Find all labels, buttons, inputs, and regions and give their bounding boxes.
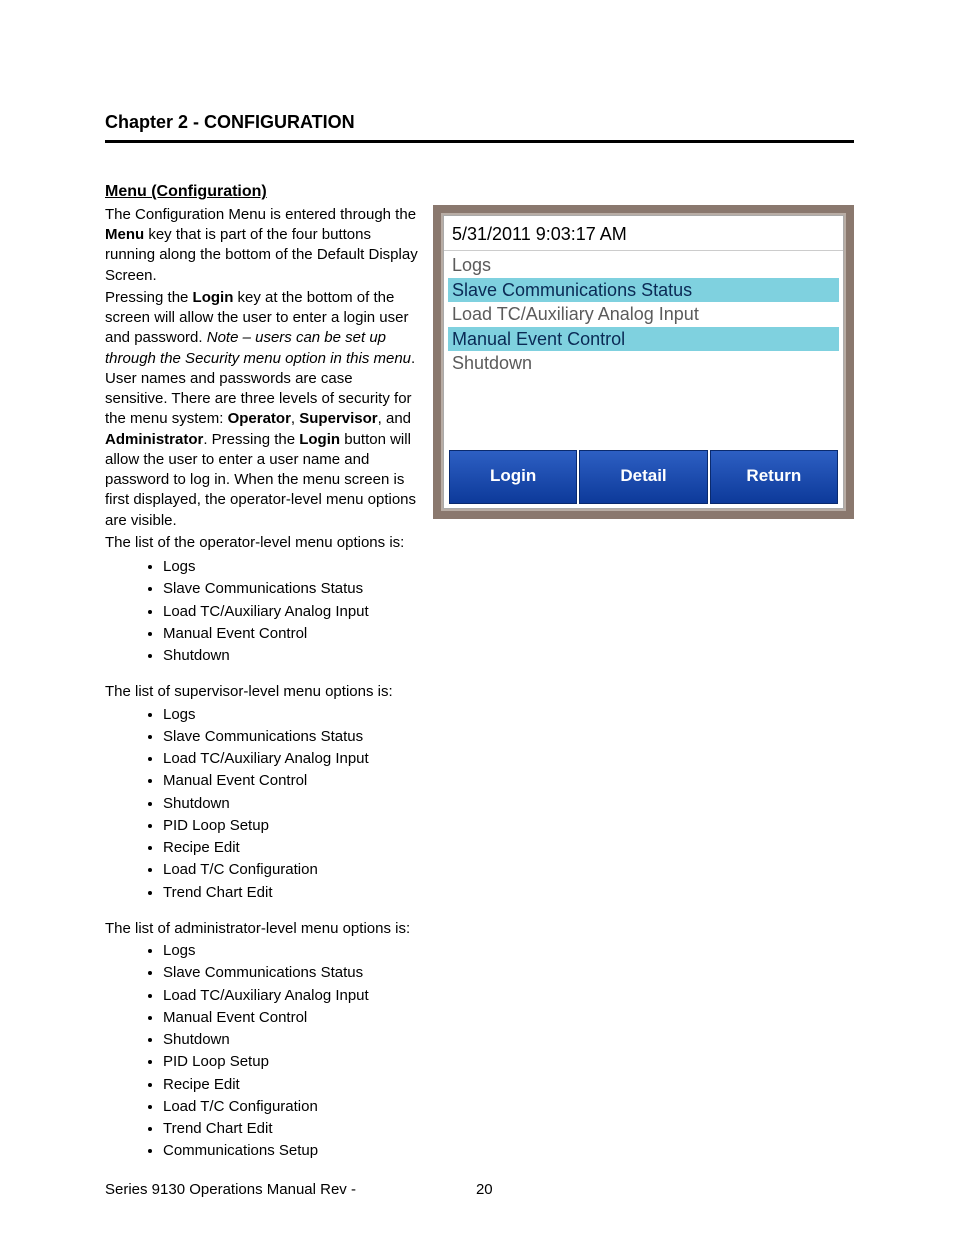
section-title: Menu (Configuration) [105, 181, 854, 203]
list-item: Manual Event Control [163, 624, 854, 644]
login-button-label: Login [299, 431, 340, 448]
list-item: Load TC/Auxiliary Analog Input [163, 602, 854, 622]
device-screenshot: 5/31/2011 9:03:17 AM LogsSlave Communica… [433, 205, 854, 519]
horizontal-rule [105, 140, 854, 143]
list-item: Slave Communications Status [163, 727, 854, 747]
list-item: Manual Event Control [163, 771, 854, 791]
text: , [291, 410, 299, 427]
text: Pressing the [105, 289, 193, 306]
login-key-label: Login [193, 289, 234, 306]
list-item: Manual Event Control [163, 1008, 854, 1028]
operator-level-list: LogsSlave Communications Status Load TC/A… [105, 557, 854, 666]
list-item: Slave Communications Status [163, 579, 854, 599]
list-item: Shutdown [163, 794, 854, 814]
device-menu-item[interactable]: Load TC/Auxiliary Analog Input [448, 302, 839, 327]
device-menu-item[interactable]: Shutdown [448, 351, 839, 376]
list-item: Logs [163, 557, 854, 577]
list-item: Shutdown [163, 646, 854, 666]
device-button-bar: LoginDetailReturn [444, 446, 843, 508]
list-item: Recipe Edit [163, 838, 854, 858]
list-item: Load TC/Auxiliary Analog Input [163, 749, 854, 769]
intro-paragraph-2: Pressing the Login key at the bottom of … [105, 288, 419, 531]
footer-manual-title: Series 9130 Operations Manual Rev - [105, 1180, 356, 1200]
device-timestamp: 5/31/2011 9:03:17 AM [444, 216, 843, 251]
list-item: Shutdown [163, 1030, 854, 1050]
role-administrator: Administrator [105, 431, 203, 448]
list-item: Recipe Edit [163, 1075, 854, 1095]
menu-key-label: Menu [105, 226, 144, 243]
text: The Configuration Menu is entered throug… [105, 206, 416, 223]
device-menu-item[interactable]: Logs [448, 253, 839, 278]
operator-list-intro: The list of the operator-level menu opti… [105, 533, 419, 553]
device-menu-list: LogsSlave Communications StatusLoad TC/A… [444, 251, 843, 446]
supervisor-list-intro: The list of supervisor-level menu option… [105, 682, 854, 702]
list-item: Load TC/Auxiliary Analog Input [163, 986, 854, 1006]
list-item: Logs [163, 941, 854, 961]
supervisor-level-list: LogsSlave Communications StatusLoad TC/A… [105, 705, 854, 903]
text: key that is part of the four buttons run… [105, 226, 418, 284]
administrator-level-list: LogsSlave Communications Status Load TC/A… [105, 941, 854, 1162]
list-item: PID Loop Setup [163, 816, 854, 836]
device-menu-item[interactable]: Manual Event Control [448, 327, 839, 352]
chapter-title: Chapter 2 - CONFIGURATION [105, 110, 854, 134]
text: . Pressing the [203, 431, 299, 448]
text: , and [378, 410, 411, 427]
list-item: Trend Chart Edit [163, 883, 854, 903]
role-operator: Operator [228, 410, 291, 427]
list-item: Load T/C Configuration [163, 860, 854, 880]
page-footer: Series 9130 Operations Manual Rev - 20 [105, 1180, 854, 1200]
list-item: Slave Communications Status [163, 963, 854, 983]
return-button[interactable]: Return [710, 450, 838, 504]
administrator-list-intro: The list of administrator-level menu opt… [105, 919, 854, 939]
list-item: Communications Setup [163, 1141, 854, 1161]
left-column: The Configuration Menu is entered throug… [105, 205, 419, 555]
list-item: PID Loop Setup [163, 1052, 854, 1072]
list-item: Logs [163, 705, 854, 725]
detail-button[interactable]: Detail [579, 450, 707, 504]
list-item: Load T/C Configuration [163, 1097, 854, 1117]
login-button[interactable]: Login [449, 450, 577, 504]
intro-paragraph-1: The Configuration Menu is entered throug… [105, 205, 419, 286]
footer-page-number: 20 [476, 1180, 493, 1200]
list-item: Trend Chart Edit [163, 1119, 854, 1139]
right-column: 5/31/2011 9:03:17 AM LogsSlave Communica… [433, 205, 854, 519]
device-menu-item[interactable]: Slave Communications Status [448, 278, 839, 303]
role-supervisor: Supervisor [299, 410, 377, 427]
